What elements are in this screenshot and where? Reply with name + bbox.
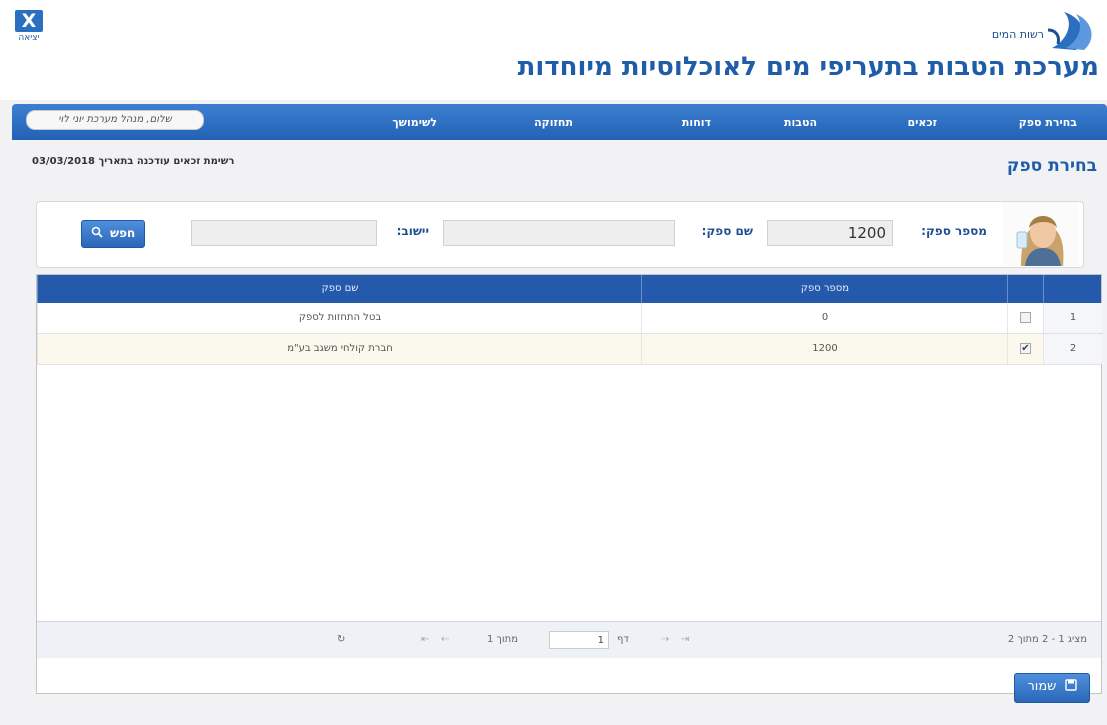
- nav-item-eligibles[interactable]: זכאים: [907, 116, 937, 129]
- last-page-icon[interactable]: ⇥: [681, 634, 689, 645]
- column-header-supplier-number[interactable]: מספר ספק: [641, 275, 1008, 303]
- water-authority-logo: רשות המים: [958, 8, 1098, 52]
- row-checkbox[interactable]: [1020, 312, 1031, 323]
- search-panel: מספר ספק: 1200 שם ספק: יישוב: חפש: [36, 201, 1084, 268]
- row-select-cell: [1007, 303, 1044, 333]
- page-label: דף: [617, 634, 629, 645]
- app-header: X יציאה רשות המים מערכת הטבות בתעריפי מי…: [0, 0, 1107, 100]
- total-pages-label: מתוך 1: [487, 634, 519, 645]
- supplier-name-cell: בטל התחזות לספק: [37, 303, 642, 333]
- page-number-input[interactable]: 1: [549, 631, 609, 649]
- app-title: מערכת הטבות בתעריפי מים לאוכלוסיות מיוחד…: [517, 52, 1099, 82]
- column-header-select: [1007, 275, 1044, 303]
- exit-label[interactable]: יציאה: [12, 33, 46, 43]
- records-summary: מציג 1 - 2 מתוך 2: [1007, 634, 1087, 645]
- prev-page-icon[interactable]: ⇠: [441, 634, 449, 645]
- refresh-icon[interactable]: ↻: [337, 634, 345, 645]
- close-icon[interactable]: X: [15, 10, 43, 32]
- row-number-cell: 1: [1043, 303, 1102, 333]
- row-number-cell: 2: [1043, 334, 1102, 364]
- grid-pager: ↻ ⇤ ⇠ מתוך 1 1 דף ⇢ ⇥ מציג 1 - 2 מתוך 2: [37, 621, 1101, 658]
- supplier-number-label: מספר ספק:: [921, 224, 987, 238]
- table-row[interactable]: בטל התחזות לספק 0 1: [37, 303, 1102, 334]
- floppy-disk-icon[interactable]: [1064, 679, 1077, 691]
- supplier-number-input[interactable]: 1200: [767, 220, 893, 246]
- row-checkbox-checked[interactable]: ✔: [1020, 343, 1031, 354]
- exit-button[interactable]: X יציאה: [12, 10, 46, 44]
- table-row[interactable]: חברת קולחי משגב בע"מ 1200 ✔ 2: [37, 334, 1102, 365]
- supplier-name-cell: חברת קולחי משגב בע"מ: [37, 334, 642, 364]
- grid-header: שם ספק מספר ספק: [37, 275, 1101, 303]
- nav-item-for-your-use[interactable]: לשימושך: [392, 116, 437, 129]
- supplier-number-cell: 1200: [641, 334, 1008, 364]
- settlement-input[interactable]: [191, 220, 377, 246]
- user-greeting: שלום, מנהל מערכת יוני לוי: [26, 110, 204, 130]
- search-button-label[interactable]: חפש: [110, 226, 135, 240]
- settlement-label: יישוב:: [396, 224, 429, 238]
- supplier-name-label: שם ספק:: [701, 224, 753, 238]
- supplier-number-cell: 0: [641, 303, 1008, 333]
- main-nav: בחירת ספק זכאים הטבות דוחות תחזוקה לשימו…: [12, 104, 1107, 140]
- logo-text: רשות המים: [991, 28, 1044, 41]
- nav-item-maintenance[interactable]: תחזוקה: [534, 116, 573, 129]
- logo-wave-icon: [1047, 12, 1092, 50]
- page-title: בחירת ספק: [1006, 156, 1097, 176]
- child-drinking-water-image: [1003, 202, 1079, 266]
- nav-item-reports[interactable]: דוחות: [682, 116, 711, 129]
- column-header-row-number: [1043, 275, 1102, 303]
- next-page-icon[interactable]: ⇢: [661, 634, 669, 645]
- first-page-icon[interactable]: ⇤: [421, 634, 429, 645]
- supplier-name-input[interactable]: [443, 220, 675, 246]
- row-select-cell: ✔: [1007, 334, 1044, 364]
- suppliers-grid: שם ספק מספר ספק בטל התחזות לספק 0 1 חברת…: [36, 274, 1102, 694]
- update-date-note: רשימת זכאים עודכנה בתאריך 03/03/2018: [32, 156, 235, 167]
- nav-item-supplier-selection[interactable]: בחירת ספק: [1019, 116, 1077, 129]
- save-button[interactable]: שמור: [1014, 673, 1090, 703]
- nav-item-benefits[interactable]: הטבות: [784, 116, 817, 129]
- column-header-supplier-name[interactable]: שם ספק: [37, 275, 642, 303]
- save-button-label[interactable]: שמור: [1027, 679, 1056, 694]
- search-button[interactable]: חפש: [81, 220, 145, 248]
- search-icon[interactable]: [91, 226, 103, 238]
